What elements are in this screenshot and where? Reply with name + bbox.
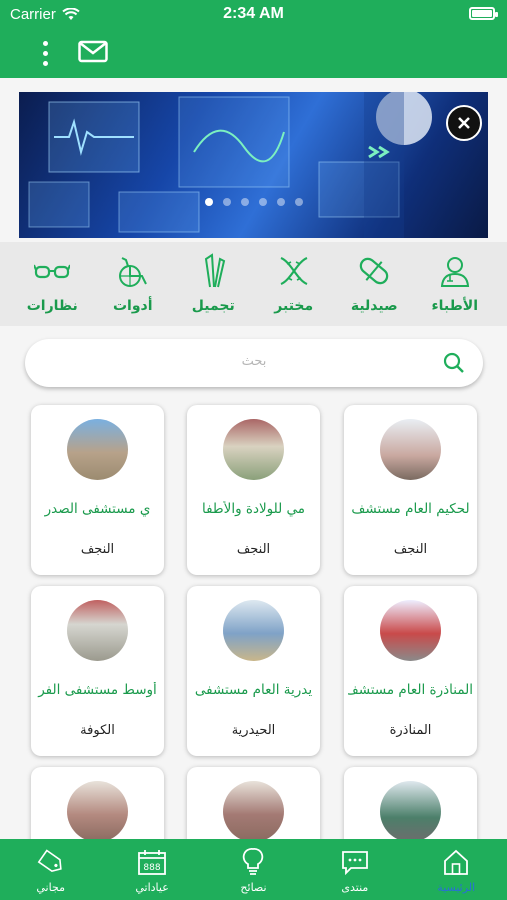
hospital-image [380,419,441,480]
search-placeholder: بحث [241,354,267,369]
glasses-icon [34,252,71,290]
hospital-image [223,600,284,661]
tab-my-clinics[interactable]: 888 عياداتي [112,839,192,900]
doctor-icon [439,252,471,290]
hospital-name: أوسط مستشفى الفر [38,682,157,698]
lightbulb-icon [242,847,264,877]
category-label: أدوات [112,298,153,314]
tab-label: نصائح [240,881,267,894]
hospital-city: النجف [393,542,428,557]
clock: 2:34 AM [223,5,284,22]
hospital-city: المناذرة [389,723,432,738]
hospital-card[interactable]: المناذرة العام مستشف المناذرة [344,586,477,756]
hospital-name: يدرية العام مستشفى [194,682,313,698]
mail-icon[interactable] [78,40,108,68]
hospital-name: لحكيم العام مستشف [351,501,470,517]
hospital-card[interactable]: يدرية العام مستشفى الحيدرية [187,586,320,756]
chat-icon [341,847,369,877]
pill-icon [356,252,392,290]
hospital-card[interactable]: ي مستشفى الصدر النجف [31,405,164,575]
hospital-city: النجف [236,542,271,557]
bottom-tab-bar: الرئيسية منتدى نصائح 888 عياداتي مجاني [0,839,507,900]
battery-icon [469,7,498,20]
search-input[interactable]: بحث [25,339,483,387]
close-icon [458,117,470,129]
dna-icon [277,252,311,290]
tab-label: عياداتي [135,881,169,894]
hospital-name: ي مستشفى الصدر [44,501,151,517]
tag-icon [35,847,67,877]
hospital-image [67,600,128,661]
tab-free[interactable]: مجاني [11,839,91,900]
category-label: الأطباء [431,298,479,314]
category-beauty[interactable]: تجميل [177,242,249,326]
calendar-icon: 888 [137,847,167,877]
hospital-image [67,781,128,842]
tab-tips[interactable]: نصائح [213,839,293,900]
hospital-image [380,781,441,842]
home-icon [442,847,470,877]
tab-forum[interactable]: منتدى [315,839,395,900]
wheelchair-icon [116,252,150,290]
category-label: نظارات [26,298,78,314]
category-pharmacy[interactable]: صيدلية [338,242,410,326]
status-bar: Carrier 2:34 AM [0,0,507,28]
category-label: تجميل [191,298,235,314]
hospital-image [380,600,441,661]
hospital-name: مي للولادة والأطفا [201,501,306,517]
more-menu-icon[interactable] [30,38,60,68]
category-label: صيدلية [350,298,398,314]
promo-banner[interactable] [19,92,488,238]
search-icon [443,352,465,378]
category-doctors[interactable]: الأطباء [419,242,491,326]
tab-label: مجاني [36,881,65,894]
banner-image [28,92,432,238]
top-navbar [0,28,507,78]
category-bar: الأطباء صيدلية مختبر تجميل أدوات نظارات [0,242,507,326]
category-tools[interactable]: أدوات [97,242,169,326]
category-glasses[interactable]: نظارات [16,242,88,326]
hospital-image [223,419,284,480]
close-banner-button[interactable] [446,105,482,141]
tab-home[interactable]: الرئيسية [416,839,496,900]
hospital-city: الكوفة [80,723,115,738]
tab-label: الرئيسية [437,881,476,894]
hospital-image [223,781,284,842]
hospital-card[interactable]: لحكيم العام مستشف النجف [344,405,477,575]
hospital-card[interactable]: مي للولادة والأطفا النجف [187,405,320,575]
banner-pager[interactable] [19,198,488,206]
hospital-name: المناذرة العام مستشف [348,682,473,698]
hospital-city: الحيدرية [231,723,276,738]
svg-text:888: 888 [143,863,160,873]
beauty-icon [198,252,228,290]
hospital-image [67,419,128,480]
tab-label: منتدى [341,881,369,894]
category-lab[interactable]: مختبر [258,242,330,326]
hospital-card[interactable]: أوسط مستشفى الفر الكوفة [31,586,164,756]
hospital-city: النجف [80,542,115,557]
category-label: مختبر [274,298,314,314]
